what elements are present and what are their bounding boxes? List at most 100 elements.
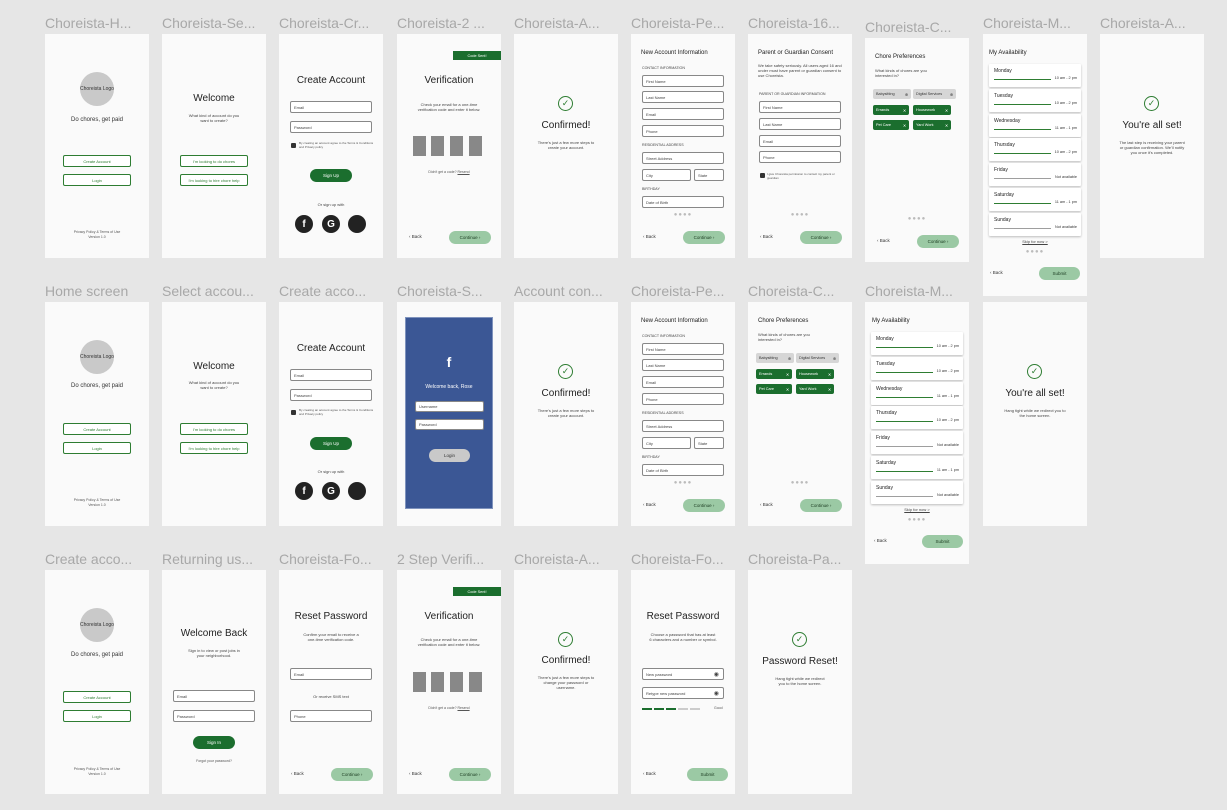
hire-help-button[interactable]: I'm looking to hire chore help [180, 174, 248, 186]
facebook-icon[interactable]: f [295, 215, 313, 233]
resend-link[interactable]: Resend [458, 706, 470, 710]
day-row[interactable]: Saturday 11 am - 1 pm [871, 456, 963, 479]
continue-button[interactable]: Continue › [917, 235, 959, 248]
back-button[interactable]: ‹ Back [643, 771, 656, 776]
sign-up-button[interactable]: Sign Up [310, 437, 352, 450]
continue-button[interactable]: Continue › [449, 768, 491, 781]
email-field[interactable]: Email [642, 108, 724, 120]
back-button[interactable]: ‹ Back [874, 538, 887, 543]
resend-link[interactable]: Resend [458, 170, 470, 174]
new-password-field[interactable]: New password ◉ [642, 668, 724, 680]
phone-field[interactable]: Phone [290, 710, 372, 722]
back-button[interactable]: ‹ Back [291, 771, 304, 776]
day-row[interactable]: Thursday 10 am - 2 pm [989, 138, 1081, 162]
terms-checkbox[interactable] [291, 143, 296, 148]
code-digit-2[interactable] [431, 672, 444, 692]
guardian-last-field[interactable]: Last Name [759, 118, 841, 130]
back-button[interactable]: ‹ Back [643, 502, 656, 507]
city-field[interactable]: City [642, 437, 691, 449]
time-range-slider[interactable] [876, 371, 933, 373]
time-range-slider[interactable] [994, 128, 1051, 130]
do-chores-button[interactable]: I'm looking to do chores [180, 423, 248, 435]
login-button[interactable]: Login [63, 710, 131, 722]
skip-link[interactable]: Skip for now > [865, 507, 969, 512]
eye-icon[interactable]: ◉ [714, 690, 719, 697]
chip-housework[interactable]: Housework ✕ [913, 105, 951, 115]
chip-petcare[interactable]: Pet Care ✕ [873, 120, 909, 130]
day-row[interactable]: Thursday 10 am - 2 pm [871, 406, 963, 430]
chip-digital[interactable]: Digital Services ⊕ [913, 89, 956, 99]
dob-field[interactable]: Date of Birth [642, 464, 724, 476]
back-button[interactable]: ‹ Back [760, 502, 773, 507]
sign-in-button[interactable]: Sign In [193, 736, 235, 749]
submit-button[interactable]: Submit [1039, 267, 1080, 280]
back-button[interactable]: ‹ Back [760, 234, 773, 239]
email-field[interactable]: Email [173, 690, 255, 702]
time-range-slider[interactable] [994, 203, 1051, 204]
continue-button[interactable]: Continue › [331, 768, 373, 781]
last-name-field[interactable]: Last Name [642, 359, 724, 371]
continue-button[interactable]: Continue › [683, 499, 725, 512]
day-row[interactable]: Saturday 11 am - 1 pm [989, 188, 1081, 211]
chip-errands[interactable]: Errands ✕ [756, 369, 792, 379]
code-digit-3[interactable] [450, 672, 463, 692]
street-field[interactable]: Street Address [642, 420, 724, 432]
time-range-slider[interactable] [994, 178, 1051, 180]
time-range-slider[interactable] [876, 347, 933, 348]
fb-login-button[interactable]: Login [429, 449, 470, 462]
code-digit-1[interactable] [413, 136, 426, 156]
day-row[interactable]: Monday 10 am - 2 pm [871, 332, 963, 355]
phone-field[interactable]: Phone [642, 393, 724, 405]
privacy-link[interactable]: Privacy Policy & Terms of Use [45, 498, 149, 502]
create-account-button[interactable]: Create Account [63, 423, 131, 435]
forgot-password-link[interactable]: Forgot your password? [162, 759, 266, 763]
continue-button[interactable]: Continue › [800, 231, 842, 244]
submit-button[interactable]: Submit [922, 535, 963, 548]
time-range-slider[interactable] [876, 396, 933, 398]
email-field[interactable]: Email [642, 376, 724, 388]
day-row[interactable]: Tuesday 10 am - 2 pm [989, 88, 1081, 112]
day-row[interactable]: Sunday Not available [871, 480, 963, 504]
back-button[interactable]: ‹ Back [643, 234, 656, 239]
chip-digital[interactable]: Digital Services ⊕ [796, 353, 839, 363]
dob-field[interactable]: Date of Birth [642, 196, 724, 208]
chip-yardwork[interactable]: Yard Work ✕ [913, 120, 951, 130]
code-digit-4[interactable] [469, 672, 482, 692]
chip-housework[interactable]: Housework ✕ [796, 369, 834, 379]
email-field[interactable]: Email [290, 101, 372, 113]
password-field[interactable]: Password [415, 419, 484, 430]
google-icon[interactable]: G [322, 482, 340, 500]
time-range-slider[interactable] [876, 495, 933, 497]
chip-yardwork[interactable]: Yard Work ✕ [796, 384, 834, 394]
code-digit-4[interactable] [469, 136, 482, 156]
chip-babysitting[interactable]: Babysitting ⊕ [873, 89, 911, 99]
chip-petcare[interactable]: Pet Care ✕ [756, 384, 792, 394]
retype-password-field[interactable]: Retype new password ◉ [642, 687, 724, 699]
time-range-slider[interactable] [994, 153, 1051, 155]
hire-help-button[interactable]: I'm looking to hire chore help [180, 442, 248, 454]
google-icon[interactable]: G [322, 215, 340, 233]
day-row[interactable]: Sunday Not available [989, 212, 1081, 236]
day-row[interactable]: Friday Not available [871, 431, 963, 455]
back-button[interactable]: ‹ Back [877, 238, 890, 243]
phone-field[interactable]: Phone [642, 125, 724, 137]
city-field[interactable]: City [642, 169, 691, 181]
code-digit-2[interactable] [431, 136, 444, 156]
facebook-icon[interactable]: f [295, 482, 313, 500]
time-range-slider[interactable] [994, 79, 1051, 80]
state-field[interactable]: State [694, 169, 724, 181]
back-button[interactable]: ‹ Back [990, 270, 1003, 275]
code-digit-1[interactable] [413, 672, 426, 692]
back-button[interactable]: ‹ Back [409, 234, 422, 239]
day-row[interactable]: Wednesday 11 am - 1 pm [989, 113, 1081, 137]
email-field[interactable]: Email [290, 369, 372, 381]
continue-button[interactable]: Continue › [683, 231, 725, 244]
street-field[interactable]: Street Address [642, 152, 724, 164]
sign-up-button[interactable]: Sign Up [310, 169, 352, 182]
apple-icon[interactable] [348, 482, 366, 500]
day-row[interactable]: Wednesday 11 am - 1 pm [871, 381, 963, 405]
privacy-link[interactable]: Privacy Policy & Terms of Use [45, 230, 149, 234]
time-range-slider[interactable] [876, 421, 933, 423]
first-name-field[interactable]: First Name [642, 75, 724, 87]
do-chores-button[interactable]: I'm looking to do chores [180, 155, 248, 167]
